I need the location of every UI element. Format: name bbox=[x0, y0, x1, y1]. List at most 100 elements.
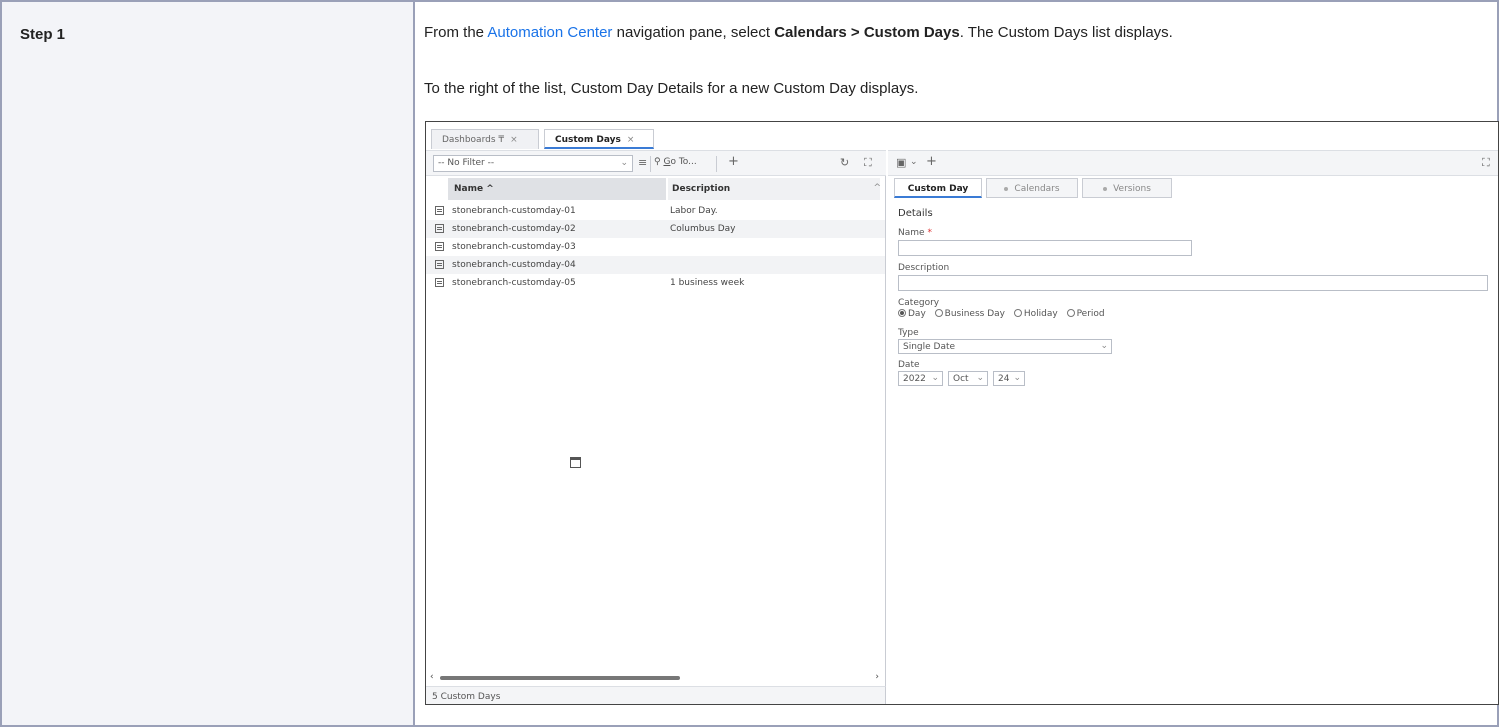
chevron-down-icon: ⌄ bbox=[1013, 373, 1021, 383]
tab-custom-days[interactable]: Custom Days × bbox=[544, 129, 654, 149]
chevron-down-icon: ⌄ bbox=[976, 373, 984, 383]
date-day-value: 24 bbox=[998, 374, 1010, 384]
chevron-down-icon: ⌄ bbox=[620, 158, 628, 168]
horizontal-scrollbar[interactable]: ‹ › bbox=[426, 670, 886, 686]
row-description: 1 business week bbox=[670, 278, 745, 288]
goto-label: o To... bbox=[670, 157, 697, 167]
required-mark: * bbox=[927, 228, 932, 238]
chevron-up-icon[interactable]: ^ bbox=[873, 183, 881, 193]
date-year-value: 2022 bbox=[903, 374, 926, 384]
tab-dashboards-label: Dashboards bbox=[442, 135, 496, 145]
tab-calendars-label: Calendars bbox=[1014, 184, 1060, 194]
row-name: stonebranch-customday-04 bbox=[452, 260, 576, 270]
scroll-right-icon[interactable]: › bbox=[875, 672, 879, 682]
radio-icon bbox=[1066, 309, 1075, 317]
table-row[interactable]: stonebranch-customday-01 Labor Day. bbox=[426, 202, 885, 220]
list-header: Name ^ Description ^ bbox=[426, 178, 885, 200]
search-icon: ⚲ bbox=[654, 157, 661, 167]
menu-path: Calendars > Custom Days bbox=[774, 24, 960, 41]
refresh-icon[interactable]: ↻ bbox=[840, 156, 849, 169]
scroll-thumb[interactable] bbox=[440, 676, 680, 680]
row-description: Labor Day. bbox=[670, 206, 718, 216]
category-radio-day[interactable]: Day bbox=[898, 309, 926, 319]
radio-label: Period bbox=[1076, 309, 1105, 319]
type-value: Single Date bbox=[903, 342, 956, 352]
filter-icon[interactable]: ≡ bbox=[638, 156, 647, 169]
date-month-select[interactable]: Oct ⌄ bbox=[948, 371, 988, 386]
date-month-value: Oct bbox=[953, 374, 969, 384]
tab-dashboards[interactable]: Dashboards ₸ × bbox=[431, 129, 539, 149]
radio-icon bbox=[1013, 309, 1022, 317]
tab-custom-days-label: Custom Days bbox=[555, 135, 621, 145]
row-name: stonebranch-customday-02 bbox=[452, 224, 576, 234]
p1-mid: navigation pane, select bbox=[612, 24, 775, 41]
step-cell: Step 1 bbox=[0, 0, 414, 727]
description-label: Description bbox=[898, 263, 950, 273]
table-row[interactable]: stonebranch-customday-05 1 business week bbox=[426, 274, 885, 292]
category-label: Category bbox=[898, 298, 940, 308]
p1-suffix: . The Custom Days list displays. bbox=[959, 24, 1173, 41]
tab-versions[interactable]: Versions bbox=[1082, 178, 1172, 198]
save-icon[interactable]: ▣ bbox=[896, 156, 906, 169]
expand-icon[interactable]: ⛶ bbox=[1482, 156, 1490, 170]
details-section-title: Details bbox=[898, 208, 933, 219]
status-dot-icon bbox=[1004, 186, 1009, 191]
record-icon bbox=[435, 278, 444, 287]
name-label: Name * bbox=[898, 228, 932, 238]
filter-value: -- No Filter -- bbox=[438, 158, 495, 168]
record-icon bbox=[435, 260, 444, 269]
add-icon[interactable]: + bbox=[926, 154, 937, 169]
table-row[interactable]: stonebranch-customday-04 bbox=[426, 256, 885, 274]
instruction-paragraph-2: To the right of the list, Custom Day Det… bbox=[424, 80, 919, 97]
record-icon bbox=[435, 224, 444, 233]
close-icon[interactable]: × bbox=[627, 135, 635, 145]
calendar-icon[interactable] bbox=[570, 457, 581, 468]
date-year-select[interactable]: 2022 ⌄ bbox=[898, 371, 943, 386]
tab-custom-day[interactable]: Custom Day bbox=[894, 178, 982, 198]
type-label: Type bbox=[898, 328, 919, 338]
chevron-down-icon[interactable]: ⌄ bbox=[910, 157, 918, 167]
name-field[interactable] bbox=[898, 240, 1192, 256]
scroll-left-icon[interactable]: ‹ bbox=[430, 672, 434, 682]
description-field[interactable] bbox=[898, 275, 1488, 291]
column-header-name[interactable]: Name ^ bbox=[448, 178, 666, 200]
list-rows: stonebranch-customday-01 Labor Day. stone… bbox=[426, 202, 885, 292]
category-radio-business-day[interactable]: Business Day bbox=[934, 309, 1005, 319]
status-dot-icon bbox=[1103, 186, 1108, 191]
column-desc-label: Description bbox=[672, 184, 731, 194]
tab-versions-label: Versions bbox=[1113, 184, 1151, 194]
automation-center-link[interactable]: Automation Center bbox=[487, 24, 612, 41]
expand-icon[interactable]: ⛶ bbox=[864, 156, 872, 170]
tab-bar: Dashboards ₸ × Custom Days × bbox=[426, 122, 1498, 150]
chevron-down-icon: ⌄ bbox=[1100, 341, 1108, 351]
filter-select[interactable]: -- No Filter -- ⌄ bbox=[433, 155, 633, 172]
column-header-description[interactable]: Description bbox=[668, 178, 880, 200]
category-radio-period[interactable]: Period bbox=[1066, 309, 1105, 319]
pin-icon[interactable]: ₸ bbox=[498, 135, 504, 145]
close-icon[interactable]: × bbox=[510, 135, 518, 145]
instruction-paragraph-1: From the Automation Center navigation pa… bbox=[424, 24, 1173, 41]
detail-toolbar: ▣ ⌄ + ⛶ bbox=[888, 150, 1498, 176]
date-label: Date bbox=[898, 360, 920, 370]
p1-prefix: From the bbox=[424, 24, 488, 41]
sort-asc-icon: ^ bbox=[486, 184, 494, 194]
category-radio-holiday[interactable]: Holiday bbox=[1013, 309, 1058, 319]
add-icon[interactable]: + bbox=[728, 154, 739, 169]
step-label: Step 1 bbox=[20, 26, 66, 43]
type-select[interactable]: Single Date ⌄ bbox=[898, 339, 1112, 354]
table-row[interactable]: stonebranch-customday-02 Columbus Day bbox=[426, 220, 885, 238]
radio-selected-icon bbox=[898, 309, 906, 317]
radio-icon bbox=[934, 309, 943, 317]
column-name-label: Name bbox=[454, 184, 484, 194]
tab-calendars[interactable]: Calendars bbox=[986, 178, 1078, 198]
radio-label: Business Day bbox=[944, 309, 1005, 319]
date-day-select[interactable]: 24 ⌄ bbox=[993, 371, 1025, 386]
custom-days-list: Name ^ Description ^ stonebranch-customd… bbox=[426, 176, 886, 670]
record-icon bbox=[435, 206, 444, 215]
goto-button[interactable]: ⚲ Go To... bbox=[654, 157, 697, 167]
row-description: Columbus Day bbox=[670, 224, 736, 234]
category-radio-group: Day Business Day Holiday Period bbox=[898, 309, 1111, 319]
row-name: stonebranch-customday-01 bbox=[452, 206, 576, 216]
radio-label: Day bbox=[908, 309, 926, 319]
table-row[interactable]: stonebranch-customday-03 bbox=[426, 238, 885, 256]
